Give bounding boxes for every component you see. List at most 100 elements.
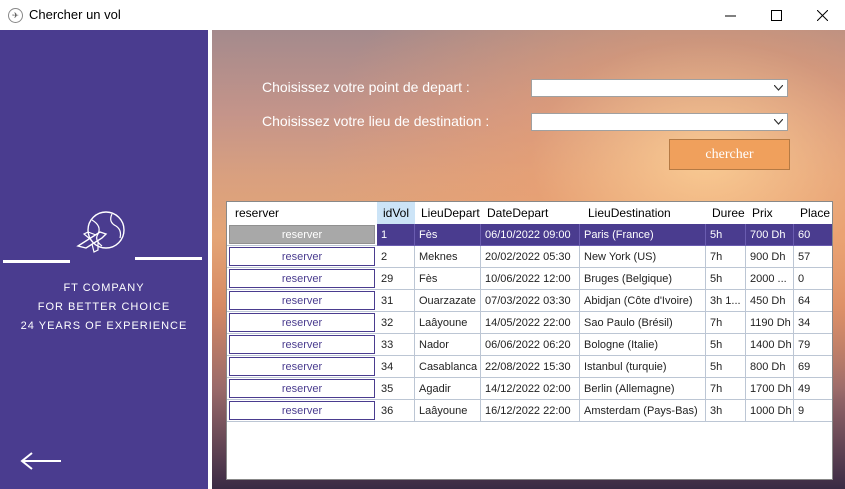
col-header-place[interactable]: Place xyxy=(794,202,832,224)
reserve-cell: reserver xyxy=(227,224,377,246)
cell-from[interactable]: Laâyoune xyxy=(415,312,481,334)
cell-id[interactable]: 1 xyxy=(377,224,415,246)
cell-date[interactable]: 10/06/2022 12:00 xyxy=(481,268,580,290)
reserve-button[interactable]: reserver xyxy=(229,335,375,354)
cell-id[interactable]: 31 xyxy=(377,290,415,312)
col-header-duree[interactable]: Duree xyxy=(706,202,746,224)
maximize-button[interactable] xyxy=(753,0,799,30)
cell-place[interactable]: 34 xyxy=(794,312,832,334)
cell-price[interactable]: 1400 Dh xyxy=(746,334,794,356)
cell-dur[interactable]: 5h xyxy=(706,224,746,246)
cell-to[interactable]: Bruges (Belgique) xyxy=(580,268,706,290)
table-row[interactable]: reserver 35 Agadir 14/12/2022 02:00 Berlin (… xyxy=(227,378,832,400)
cell-dur[interactable]: 5h xyxy=(706,268,746,290)
cell-date[interactable]: 07/03/2022 03:30 xyxy=(481,290,580,312)
cell-price[interactable]: 800 Dh xyxy=(746,356,794,378)
cell-dur[interactable]: 5h xyxy=(706,356,746,378)
cell-price[interactable]: 1000 Dh xyxy=(746,400,794,422)
cell-place[interactable]: 0 xyxy=(794,268,832,290)
search-button[interactable]: chercher xyxy=(669,139,790,170)
cell-price[interactable]: 1190 Dh xyxy=(746,312,794,334)
cell-date[interactable]: 14/05/2022 22:00 xyxy=(481,312,580,334)
cell-place[interactable]: 64 xyxy=(794,290,832,312)
cell-id[interactable]: 36 xyxy=(377,400,415,422)
reserve-cell: reserver xyxy=(227,312,377,334)
cell-dur[interactable]: 7h xyxy=(706,246,746,268)
cell-from[interactable]: Ouarzazate xyxy=(415,290,481,312)
cell-from[interactable]: Fès xyxy=(415,268,481,290)
table-row[interactable]: reserver 2 Meknes 20/02/2022 05:30 New York … xyxy=(227,246,832,268)
cell-to[interactable]: New York (US) xyxy=(580,246,706,268)
cell-dur[interactable]: 3h 1... xyxy=(706,290,746,312)
depart-select[interactable] xyxy=(531,79,788,97)
table-row[interactable]: reserver 32 Laâyoune 14/05/2022 22:00 Sao Pa… xyxy=(227,312,832,334)
cell-place[interactable]: 57 xyxy=(794,246,832,268)
reserve-button[interactable]: reserver xyxy=(229,291,375,310)
cell-from[interactable]: Casablanca xyxy=(415,356,481,378)
cell-price[interactable]: 700 Dh xyxy=(746,224,794,246)
cell-date[interactable]: 06/10/2022 09:00 xyxy=(481,224,580,246)
cell-id[interactable]: 34 xyxy=(377,356,415,378)
col-header-lieudestination[interactable]: LieuDestination xyxy=(580,202,706,224)
cell-to[interactable]: Istanbul (turquie) xyxy=(580,356,706,378)
reserve-button[interactable]: reserver xyxy=(229,401,375,420)
cell-id[interactable]: 29 xyxy=(377,268,415,290)
cell-price[interactable]: 1700 Dh xyxy=(746,378,794,400)
close-button[interactable] xyxy=(799,0,845,30)
cell-from[interactable]: Agadir xyxy=(415,378,481,400)
flights-table[interactable]: reserver idVol LieuDepart DateDepart Lie… xyxy=(226,201,833,480)
cell-price[interactable]: 900 Dh xyxy=(746,246,794,268)
destination-select[interactable] xyxy=(531,113,788,131)
cell-price[interactable]: 2000 ... xyxy=(746,268,794,290)
cell-date[interactable]: 20/02/2022 05:30 xyxy=(481,246,580,268)
cell-dur[interactable]: 7h xyxy=(706,312,746,334)
cell-from[interactable]: Fès xyxy=(415,224,481,246)
table-row[interactable]: reserver 33 Nador 06/06/2022 06:20 Bologne (… xyxy=(227,334,832,356)
cell-from[interactable]: Laâyoune xyxy=(415,400,481,422)
cell-dur[interactable]: 3h xyxy=(706,400,746,422)
reserve-button[interactable]: reserver xyxy=(229,247,375,266)
cell-from[interactable]: Nador xyxy=(415,334,481,356)
reserve-button[interactable]: reserver xyxy=(229,357,375,376)
reserve-button[interactable]: reserver xyxy=(229,269,375,288)
reserve-button[interactable]: reserver xyxy=(229,379,375,398)
cell-id[interactable]: 32 xyxy=(377,312,415,334)
cell-dur[interactable]: 5h xyxy=(706,334,746,356)
table-row[interactable]: reserver 31 Ouarzazate 07/03/2022 03:30 Abid… xyxy=(227,290,832,312)
arrow-left-icon[interactable] xyxy=(20,451,62,471)
cell-to[interactable]: Amsterdam (Pays-Bas) xyxy=(580,400,706,422)
cell-place[interactable]: 79 xyxy=(794,334,832,356)
col-header-reserver[interactable]: reserver xyxy=(229,202,377,224)
reserve-button[interactable]: reserver xyxy=(229,225,375,244)
cell-date[interactable]: 22/08/2022 15:30 xyxy=(481,356,580,378)
table-row[interactable]: reserver 34 Casablanca 22/08/2022 15:30 Ista… xyxy=(227,356,832,378)
cell-date[interactable]: 16/12/2022 22:00 xyxy=(481,400,580,422)
cell-place[interactable]: 60 xyxy=(794,224,832,246)
cell-date[interactable]: 14/12/2022 02:00 xyxy=(481,378,580,400)
col-header-datedepart[interactable]: DateDepart xyxy=(481,202,580,224)
cell-id[interactable]: 35 xyxy=(377,378,415,400)
col-header-idvol[interactable]: idVol xyxy=(377,202,415,224)
table-row[interactable]: reserver 36 Laâyoune 16/12/2022 22:00 Amster… xyxy=(227,400,832,422)
cell-id[interactable]: 33 xyxy=(377,334,415,356)
cell-to[interactable]: Berlin (Allemagne) xyxy=(580,378,706,400)
cell-id[interactable]: 2 xyxy=(377,246,415,268)
table-row[interactable]: reserver 1 Fès 06/10/2022 09:00 Paris (Franc… xyxy=(227,224,832,246)
cell-dur[interactable]: 7h xyxy=(706,378,746,400)
reserve-button[interactable]: reserver xyxy=(229,313,375,332)
cell-price[interactable]: 450 Dh xyxy=(746,290,794,312)
minimize-icon xyxy=(724,15,736,16)
cell-to[interactable]: Sao Paulo (Brésil) xyxy=(580,312,706,334)
cell-date[interactable]: 06/06/2022 06:20 xyxy=(481,334,580,356)
col-header-lieudepart[interactable]: LieuDepart xyxy=(415,202,481,224)
cell-from[interactable]: Meknes xyxy=(415,246,481,268)
cell-to[interactable]: Abidjan (Côte d'Ivoire) xyxy=(580,290,706,312)
cell-place[interactable]: 69 xyxy=(794,356,832,378)
cell-place[interactable]: 9 xyxy=(794,400,832,422)
cell-place[interactable]: 49 xyxy=(794,378,832,400)
col-header-prix[interactable]: Prix xyxy=(746,202,794,224)
cell-to[interactable]: Bologne (Italie) xyxy=(580,334,706,356)
minimize-button[interactable] xyxy=(707,0,753,30)
cell-to[interactable]: Paris (France) xyxy=(580,224,706,246)
table-row[interactable]: reserver 29 Fès 10/06/2022 12:00 Bruges (Bel… xyxy=(227,268,832,290)
